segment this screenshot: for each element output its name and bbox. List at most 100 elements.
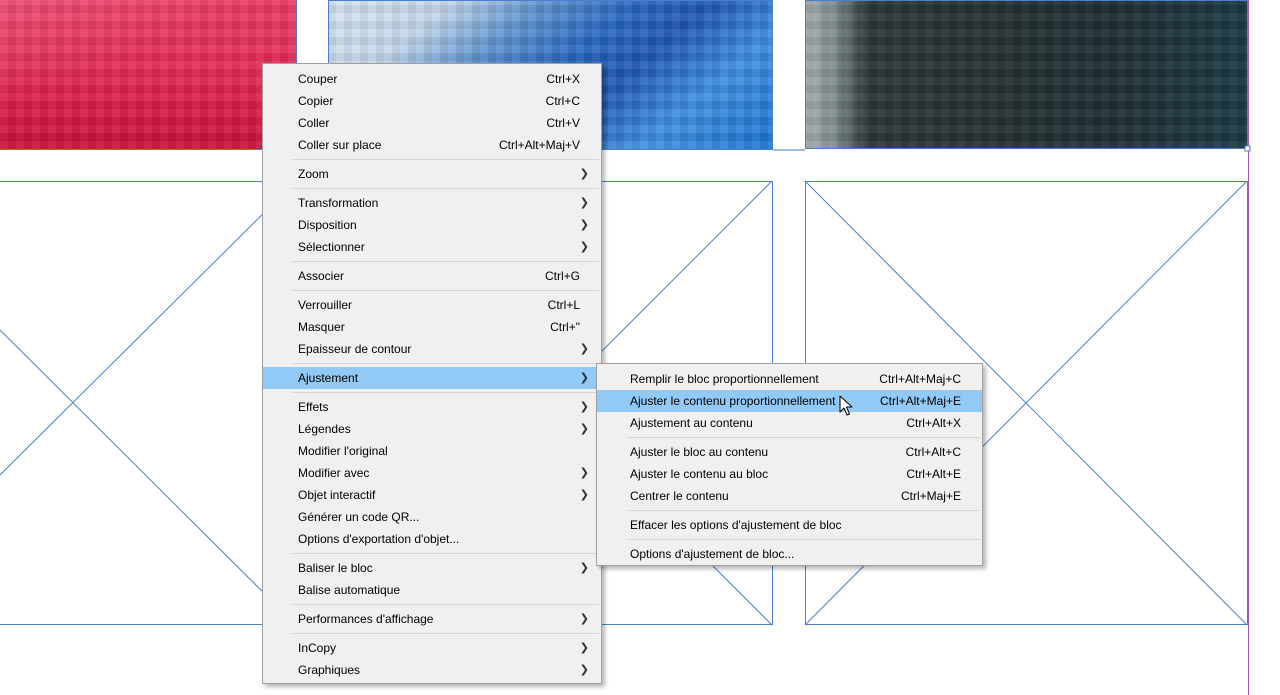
submenu-item-options-ajustement-bloc[interactable]: Options d'ajustement de bloc... xyxy=(597,543,982,565)
menu-separator xyxy=(627,539,980,540)
menu-item-effets[interactable]: Effets ❯ xyxy=(263,396,601,418)
chevron-right-icon: ❯ xyxy=(579,664,589,676)
menu-separator xyxy=(293,188,599,189)
menu-item-ajustement[interactable]: Ajustement ❯ xyxy=(263,367,601,389)
menu-item-label: Associer xyxy=(298,269,345,283)
menu-item-masquer[interactable]: Masquer Ctrl+" xyxy=(263,316,601,338)
menu-item-label: Copier xyxy=(298,94,334,108)
chevron-right-icon: ❯ xyxy=(579,423,589,435)
menu-item-shortcut: Ctrl+Maj+E xyxy=(900,489,961,503)
menu-item-label: Couper xyxy=(298,72,338,86)
menu-item-balise-automatique[interactable]: Balise automatique xyxy=(263,579,601,601)
menu-item-disposition[interactable]: Disposition ❯ xyxy=(263,214,601,236)
menu-separator xyxy=(627,510,980,511)
chevron-right-icon: ❯ xyxy=(579,489,589,501)
menu-item-shortcut: Ctrl+C xyxy=(545,94,580,108)
menu-item-shortcut: Ctrl+" xyxy=(550,320,580,334)
document-canvas[interactable] xyxy=(0,0,1280,695)
mouse-pointer-icon xyxy=(839,395,853,416)
submenu-item-effacer-options-ajustement[interactable]: Effacer les options d'ajustement de bloc xyxy=(597,514,982,536)
menu-separator xyxy=(293,363,599,364)
menu-item-label: Centrer le contenu xyxy=(630,489,729,503)
menu-item-label: Baliser le bloc xyxy=(298,561,373,575)
chevron-right-icon: ❯ xyxy=(579,168,589,180)
menu-item-objet-interactif[interactable]: Objet interactif ❯ xyxy=(263,484,601,506)
menu-item-label: Options d'exportation d'objet... xyxy=(298,532,460,546)
menu-item-label: Epaisseur de contour xyxy=(298,342,412,356)
menu-item-label: Ajuster le bloc au contenu xyxy=(630,445,769,459)
menu-item-coller[interactable]: Coller Ctrl+V xyxy=(263,112,601,134)
menu-item-label: Ajuster le contenu au bloc xyxy=(630,467,769,481)
context-menu: Couper Ctrl+X Copier Ctrl+C Coller Ctrl+V C… xyxy=(262,63,602,684)
chevron-right-icon: ❯ xyxy=(579,241,589,253)
menu-item-performances-affichage[interactable]: Performances d'affichage ❯ xyxy=(263,608,601,630)
submenu-item-ajustement-au-contenu[interactable]: Ajustement au contenu Ctrl+Alt+X xyxy=(597,412,982,434)
menu-item-verrouiller[interactable]: Verrouiller Ctrl+L xyxy=(263,294,601,316)
menu-item-shortcut: Ctrl+Alt+E xyxy=(906,467,961,481)
menu-item-label: Effacer les options d'ajustement de bloc xyxy=(630,518,842,532)
menu-item-label: Objet interactif xyxy=(298,488,376,502)
menu-item-label: Zoom xyxy=(298,167,329,181)
menu-item-modifier-avec[interactable]: Modifier avec ❯ xyxy=(263,462,601,484)
menu-item-label: Effets xyxy=(298,400,329,414)
menu-separator xyxy=(293,633,599,634)
menu-separator xyxy=(293,553,599,554)
chevron-right-icon: ❯ xyxy=(579,562,589,574)
chevron-right-icon: ❯ xyxy=(579,372,589,384)
menu-separator xyxy=(293,261,599,262)
menu-item-selectionner[interactable]: Sélectionner ❯ xyxy=(263,236,601,258)
menu-item-label: Générer un code QR... xyxy=(298,510,420,524)
menu-separator xyxy=(293,290,599,291)
menu-item-epaisseur-de-contour[interactable]: Epaisseur de contour ❯ xyxy=(263,338,601,360)
menu-item-label: Ajustement xyxy=(298,371,359,385)
menu-item-shortcut: Ctrl+Alt+Maj+C xyxy=(879,372,961,386)
menu-separator xyxy=(293,159,599,160)
menu-item-incopy[interactable]: InCopy ❯ xyxy=(263,637,601,659)
menu-item-copier[interactable]: Copier Ctrl+C xyxy=(263,90,601,112)
menu-item-label: Ajustement au contenu xyxy=(630,416,753,430)
menu-item-shortcut: Ctrl+Alt+X xyxy=(906,416,961,430)
menu-item-label: Balise automatique xyxy=(298,583,401,597)
menu-item-label: InCopy xyxy=(298,641,337,655)
menu-item-shortcut: Ctrl+L xyxy=(547,298,580,312)
menu-separator xyxy=(627,437,980,438)
chevron-right-icon: ❯ xyxy=(579,197,589,209)
frame-guides xyxy=(0,0,1251,695)
menu-item-label: Verrouiller xyxy=(298,298,353,312)
menu-item-associer[interactable]: Associer Ctrl+G xyxy=(263,265,601,287)
chevron-right-icon: ❯ xyxy=(579,219,589,231)
menu-item-label: Modifier avec xyxy=(298,466,370,480)
empty-frame-left xyxy=(0,180,297,626)
menu-item-label: Performances d'affichage xyxy=(298,612,434,626)
chevron-right-icon: ❯ xyxy=(579,343,589,355)
menu-item-label: Options d'ajustement de bloc... xyxy=(630,547,795,561)
chevron-right-icon: ❯ xyxy=(579,467,589,479)
menu-item-label: Graphiques xyxy=(298,663,361,677)
menu-item-generer-code-qr[interactable]: Générer un code QR... xyxy=(263,506,601,528)
menu-item-modifier-original[interactable]: Modifier l'original xyxy=(263,440,601,462)
submenu-item-ajuster-bloc-au-contenu[interactable]: Ajuster le bloc au contenu Ctrl+Alt+C xyxy=(597,441,982,463)
chevron-right-icon: ❯ xyxy=(579,401,589,413)
ajustement-submenu: Remplir le bloc proportionnellement Ctrl+… xyxy=(596,363,983,566)
menu-item-options-exportation-objet[interactable]: Options d'exportation d'objet... xyxy=(263,528,601,550)
menu-item-baliser-le-bloc[interactable]: Baliser le bloc ❯ xyxy=(263,557,601,579)
menu-item-transformation[interactable]: Transformation ❯ xyxy=(263,192,601,214)
menu-item-coller-sur-place[interactable]: Coller sur place Ctrl+Alt+Maj+V xyxy=(263,134,601,156)
submenu-item-remplir-bloc-proportionnellement[interactable]: Remplir le bloc proportionnellement Ctrl+… xyxy=(597,368,982,390)
menu-item-shortcut: Ctrl+X xyxy=(546,72,580,86)
menu-item-legendes[interactable]: Légendes ❯ xyxy=(263,418,601,440)
menu-item-shortcut: Ctrl+V xyxy=(546,116,580,130)
submenu-item-ajuster-contenu-au-bloc[interactable]: Ajuster le contenu au bloc Ctrl+Alt+E xyxy=(597,463,982,485)
menu-item-label: Coller xyxy=(298,116,330,130)
menu-item-label: Ajuster le contenu proportionnellement xyxy=(630,394,836,408)
menu-item-label: Disposition xyxy=(298,218,357,232)
menu-item-label: Masquer xyxy=(298,320,345,334)
submenu-item-ajuster-contenu-proportionnellement[interactable]: Ajuster le contenu proportionnellement Ct… xyxy=(597,390,982,412)
menu-separator xyxy=(293,392,599,393)
menu-item-shortcut: Ctrl+Alt+Maj+E xyxy=(879,394,961,408)
menu-item-label: Transformation xyxy=(298,196,379,210)
submenu-item-centrer-le-contenu[interactable]: Centrer le contenu Ctrl+Maj+E xyxy=(597,485,982,507)
menu-item-zoom[interactable]: Zoom ❯ xyxy=(263,163,601,185)
menu-item-couper[interactable]: Couper Ctrl+X xyxy=(263,68,601,90)
menu-item-graphiques[interactable]: Graphiques ❯ xyxy=(263,659,601,681)
